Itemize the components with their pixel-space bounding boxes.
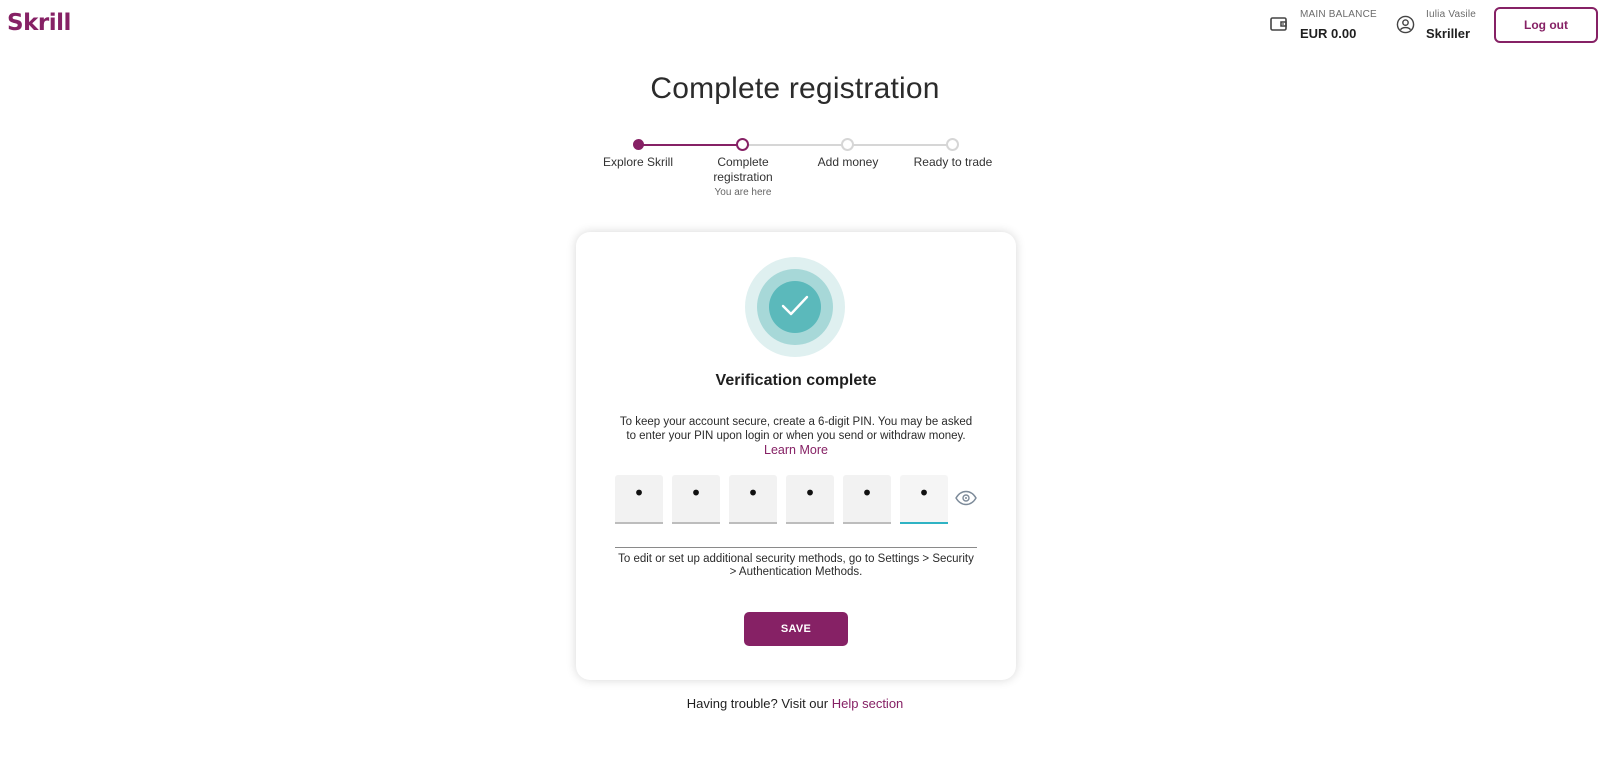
pin-digit-5[interactable]: •	[843, 475, 891, 524]
step-label-text: Add money	[817, 155, 879, 169]
step-label-explore: Explore Skrill	[583, 155, 693, 170]
step-dot-complete-registration	[736, 138, 749, 151]
step-current-indicator: You are here	[714, 187, 772, 198]
security-note: To edit or set up additional security me…	[618, 553, 974, 578]
pin-digit-2[interactable]: •	[672, 475, 720, 524]
pin-digit-3[interactable]: •	[729, 475, 777, 524]
step-label-text: Ready to trade	[913, 155, 993, 169]
step-dot-add-money	[841, 138, 854, 151]
step-dot-ready-to-trade	[946, 138, 959, 151]
success-badge	[745, 257, 845, 357]
registration-stepper: Explore Skrill Complete registration You…	[0, 0, 1600, 200]
step-label-ready-to-trade: Ready to trade	[898, 155, 1008, 170]
check-icon	[781, 295, 809, 316]
pin-input-group: • • • • • •	[615, 475, 957, 524]
help-section-link[interactable]: Help section	[832, 696, 904, 711]
step-dot-explore	[633, 139, 644, 150]
stepper-progress-line	[638, 144, 743, 146]
step-label-add-money: Add money	[793, 155, 903, 170]
pin-digit-6[interactable]: •	[900, 475, 948, 524]
pin-description: To keep your account secure, create a 6-…	[614, 415, 978, 458]
help-text: Having trouble? Visit our	[686, 696, 829, 711]
eye-icon[interactable]	[955, 490, 977, 506]
pin-digit-1[interactable]: •	[615, 475, 663, 524]
learn-more-link[interactable]: Learn More	[764, 443, 828, 457]
pin-digit-4[interactable]: •	[786, 475, 834, 524]
save-button[interactable]: SAVE	[744, 612, 848, 646]
card-title: Verification complete	[715, 372, 877, 389]
step-label-text: Complete registration	[713, 155, 773, 184]
step-label-complete-registration: Complete registration You are here	[688, 155, 798, 199]
verification-card: Verification complete To keep your accou…	[576, 232, 1016, 680]
divider	[615, 547, 977, 548]
help-prompt: Having trouble? Visit our Help section	[0, 696, 1590, 711]
step-label-text: Explore Skrill	[602, 155, 674, 169]
pin-description-text: To keep your account secure, create a 6-…	[619, 416, 973, 442]
